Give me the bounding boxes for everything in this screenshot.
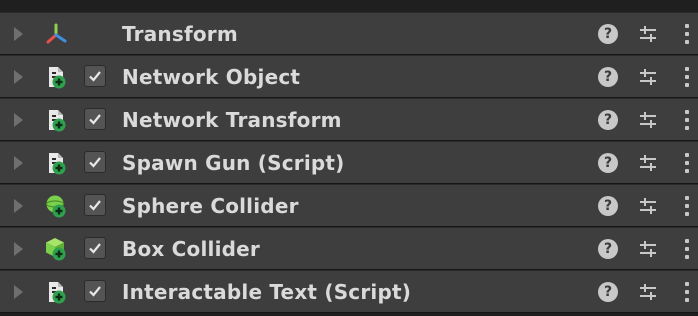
box-collider-icon — [44, 237, 68, 261]
foldout-arrow-icon[interactable] — [14, 112, 23, 127]
inspector-panel: Transform ? Network Object ? Network Tra… — [0, 0, 698, 316]
component-title: Spawn Gun (Script) — [122, 150, 345, 175]
foldout-arrow-icon[interactable] — [14, 284, 23, 299]
help-icon[interactable]: ? — [598, 195, 618, 216]
context-menu-kebab-icon[interactable] — [684, 195, 690, 216]
foldout-arrow-icon[interactable] — [14, 198, 23, 213]
context-menu-kebab-icon[interactable] — [684, 281, 690, 302]
enable-checkbox[interactable] — [84, 107, 106, 130]
presets-sliders-icon[interactable] — [638, 67, 658, 87]
help-icon[interactable]: ? — [598, 152, 618, 173]
component-header-transform[interactable]: Transform ? — [0, 12, 698, 55]
component-title: Interactable Text (Script) — [122, 279, 412, 304]
component-header-interactable-text[interactable]: Interactable Text (Script) ? — [0, 270, 698, 313]
script-file-icon — [44, 151, 68, 175]
context-menu-kebab-icon[interactable] — [684, 66, 690, 87]
presets-sliders-icon[interactable] — [638, 110, 658, 130]
context-menu-kebab-icon[interactable] — [684, 23, 690, 44]
foldout-arrow-icon[interactable] — [14, 241, 23, 256]
enable-checkbox[interactable] — [84, 150, 106, 173]
enable-checkbox[interactable] — [84, 279, 106, 302]
enable-checkbox[interactable] — [84, 193, 106, 216]
script-file-icon — [44, 108, 68, 132]
component-title: Sphere Collider — [122, 193, 299, 218]
foldout-arrow-icon[interactable] — [14, 26, 23, 41]
enable-checkbox[interactable] — [84, 236, 106, 259]
component-title: Transform — [122, 21, 238, 46]
component-header-sphere-collider[interactable]: Sphere Collider ? — [0, 184, 698, 227]
presets-sliders-icon[interactable] — [638, 24, 658, 44]
presets-sliders-icon[interactable] — [638, 153, 658, 173]
component-header-network-object[interactable]: Network Object ? — [0, 55, 698, 98]
component-header-spawn-gun[interactable]: Spawn Gun (Script) ? — [0, 141, 698, 184]
sphere-collider-icon — [44, 194, 68, 218]
component-title: Box Collider — [122, 236, 260, 261]
foldout-arrow-icon[interactable] — [14, 69, 23, 84]
component-header-box-collider[interactable]: Box Collider ? — [0, 227, 698, 270]
presets-sliders-icon[interactable] — [638, 282, 658, 302]
transform-axes-icon — [44, 22, 68, 46]
context-menu-kebab-icon[interactable] — [684, 238, 690, 259]
context-menu-kebab-icon[interactable] — [684, 152, 690, 173]
help-icon[interactable]: ? — [598, 23, 618, 44]
context-menu-kebab-icon[interactable] — [684, 109, 690, 130]
component-title: Network Object — [122, 64, 301, 89]
foldout-arrow-icon[interactable] — [14, 155, 23, 170]
presets-sliders-icon[interactable] — [638, 239, 658, 259]
help-icon[interactable]: ? — [598, 238, 618, 259]
script-file-icon — [44, 65, 68, 89]
help-icon[interactable]: ? — [598, 109, 618, 130]
presets-sliders-icon[interactable] — [638, 196, 658, 216]
help-icon[interactable]: ? — [598, 66, 618, 87]
script-file-icon — [44, 280, 68, 304]
enable-checkbox[interactable] — [84, 64, 106, 87]
help-icon[interactable]: ? — [598, 281, 618, 302]
component-header-network-transform[interactable]: Network Transform ? — [0, 98, 698, 141]
component-title: Network Transform — [122, 107, 342, 132]
